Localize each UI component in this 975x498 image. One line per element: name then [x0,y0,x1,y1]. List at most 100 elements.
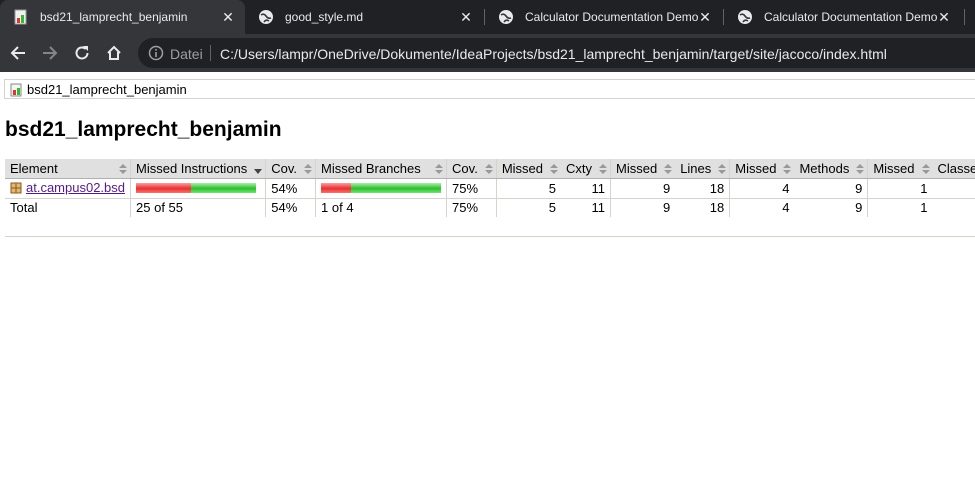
total-branches-coverage: 75% [446,198,497,217]
report-icon [13,9,29,25]
branches-missed-bar [321,183,352,193]
header-label: Lines [680,160,712,176]
header-label: Cov. [271,160,298,176]
column-header-cov-branches[interactable]: Cov. [446,159,497,179]
header-label: Missed Instructions [136,160,248,176]
total-missed-classes: 1 [867,198,933,217]
breadcrumb-label: bsd21_lamprecht_benjamin [27,82,187,97]
sort-icon [484,164,493,174]
missed-lines: 9 [610,178,676,199]
address-bar[interactable]: Datei C:/Users/lampr/OneDrive/Dokumente/… [138,38,975,68]
column-header-cov-instructions[interactable]: Cov. [265,159,316,179]
table-row: at.campus02.bsd 54% 75% 5 11 9 18 4 9 1 [5,178,975,199]
total-classes: 2 [933,198,975,217]
methods: 9 [794,178,868,199]
sort-down-icon [254,169,263,174]
info-icon[interactable] [148,45,164,66]
tab-good-style[interactable]: good_style.md ✕ [245,0,485,34]
header-label: Methods [799,160,850,176]
header-label: Missed [735,160,777,176]
column-header-missed-classes[interactable]: Missed [867,159,933,179]
globe-icon [737,9,753,25]
close-icon[interactable]: ✕ [697,9,713,25]
home-icon [107,45,121,60]
instructions-covered-bar [191,183,257,193]
close-icon[interactable]: ✕ [220,9,236,25]
column-header-missed-branches[interactable]: Missed Branches [315,159,447,179]
report-icon [10,83,24,100]
forward-button[interactable] [38,41,62,65]
column-header-missed-instructions[interactable]: Missed Instructions [130,159,266,179]
globe-icon [258,9,274,25]
instructions-coverage: 54% [265,178,316,199]
table-header-row: Element Missed Instructions Cov. Missed … [5,159,975,179]
footer-divider [5,236,975,237]
column-header-methods[interactable]: Methods [794,159,868,179]
sort-icon [856,164,865,174]
tab-title: Calculator Documentation Demo [525,10,699,24]
missed-classes: 1 [867,178,933,199]
sort-icon [664,164,673,174]
coverage-table: Element Missed Instructions Cov. Missed … [5,159,975,217]
url-text[interactable]: C:/Users/lampr/OneDrive/Dokumente/IdeaPr… [220,46,887,62]
sort-icon [599,164,607,174]
close-icon[interactable]: ✕ [936,9,952,25]
browser-toolbar: Datei C:/Users/lampr/OneDrive/Dokumente/… [0,34,975,72]
branches-coverage: 75% [446,178,497,199]
header-label: Element [10,160,58,176]
column-header-missed-cxty[interactable]: Missed [495,159,561,179]
reload-button[interactable] [70,41,94,65]
total-branches: 1 of 4 [315,198,447,217]
sort-icon [435,164,444,174]
header-label: Cxty [566,160,592,176]
missed-methods: 4 [729,178,795,199]
total-missed-lines: 9 [610,198,676,217]
sort-icon [718,164,727,174]
tab-title: bsd21_lamprecht_benjamin [40,10,188,24]
column-header-missed-methods[interactable]: Missed [729,159,795,179]
lines: 18 [675,178,730,199]
total-missed-cxty: 5 [495,198,561,217]
cxty: 11 [561,178,611,199]
header-label: Missed [873,160,915,176]
missed-instructions-bar [130,178,266,199]
page-content: bsd21_lamprecht_benjamin bsd21_lamprecht… [0,72,975,498]
close-icon[interactable]: ✕ [458,9,474,25]
back-button[interactable] [6,41,30,65]
tab-strip: bsd21_lamprecht_benjamin ✕ good_style.md… [0,0,975,34]
header-label: Missed [616,160,658,176]
missed-branches-bar [315,178,447,199]
sort-icon [550,164,558,174]
header-label: Missed [501,160,543,176]
package-icon [10,182,22,197]
total-lines: 18 [709,200,725,216]
sort-icon [304,164,313,174]
column-header-lines[interactable]: Lines [675,159,730,179]
total-missed-methods: 4 [729,198,795,217]
address-divider [210,45,211,61]
package-link[interactable]: at.campus02.bsd [26,180,125,195]
total-instructions: 25 of 55 [130,198,266,217]
header-label: Cov. [452,160,478,176]
home-button[interactable] [102,41,126,65]
arrow-right-icon [43,46,58,60]
total-label: Total [10,200,38,216]
total-instructions-coverage: 54% [265,198,316,217]
column-header-element[interactable]: Element [5,159,131,179]
tab-calculator-docs-1[interactable]: Calculator Documentation Demo ✕ [485,0,723,34]
missed-cxty: 5 [495,178,561,199]
sort-icon [921,164,930,174]
tab-title: Calculator Documentation Demo [764,10,938,24]
column-header-classes[interactable]: Classes [932,159,975,179]
tab-report[interactable]: bsd21_lamprecht_benjamin ✕ [0,0,245,34]
instructions-missed-bar [136,183,192,193]
globe-icon [498,9,514,25]
table-total-row: Total 25 of 55 54% 1 of 4 75% 5 11 9 18 … [5,198,975,217]
column-header-missed-lines[interactable]: Missed [610,159,676,179]
sort-icon [119,164,128,174]
tab-calculator-docs-2[interactable]: Calculator Documentation Demo ✕ [724,0,964,34]
column-header-cxty[interactable]: Cxty [561,159,611,179]
package-cell: at.campus02.bsd [5,178,131,199]
sort-icon [783,164,792,174]
arrow-left-icon [10,46,25,60]
